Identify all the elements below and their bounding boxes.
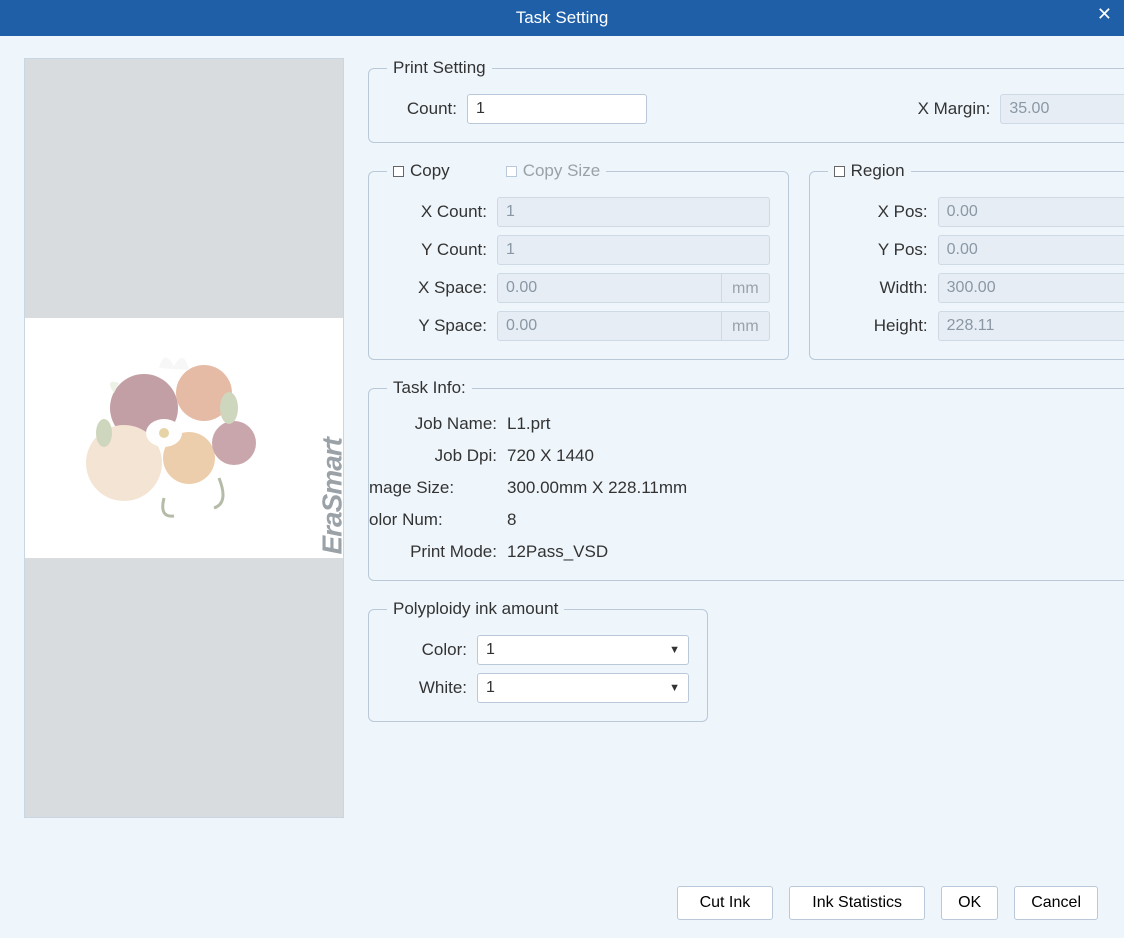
print-setting-group: Print Setting Count: X Margin: mm <box>368 58 1124 143</box>
ypos-label: Y Pos: <box>828 240 928 260</box>
count-label: Count: <box>387 99 457 119</box>
polyploidy-legend: Polyploidy ink amount <box>387 599 564 619</box>
yspace-input <box>497 311 722 341</box>
poly-white-label: White: <box>387 678 467 698</box>
yspace-unit: mm <box>722 311 770 341</box>
close-icon[interactable]: ✕ <box>1097 4 1112 25</box>
yspace-label: Y Space: <box>387 316 487 336</box>
imagesize-value: 300.00mm X 228.11mm <box>507 478 687 498</box>
printmode-value: 12Pass_VSD <box>507 542 608 562</box>
copy-checkbox[interactable]: Copy <box>393 161 450 181</box>
jobdpi-label: Job Dpi: <box>377 446 497 466</box>
copy-group: Copy Copy Size X Count: Y Count: X Space… <box>368 161 789 360</box>
height-label: Height: <box>828 316 928 336</box>
ok-button[interactable]: OK <box>941 886 998 920</box>
height-input <box>938 311 1124 341</box>
xmargin-label: X Margin: <box>890 99 990 119</box>
polyploidy-group: Polyploidy ink amount Color: 1▼ White: 1… <box>368 599 708 722</box>
chevron-down-icon: ▼ <box>669 644 680 656</box>
footer-buttons: Cut Ink Ink Statistics OK Cancel <box>677 886 1098 920</box>
xspace-unit: mm <box>722 273 770 303</box>
poly-color-select[interactable]: 1▼ <box>477 635 689 665</box>
preview-panel: EraSmart <box>24 58 344 818</box>
preview-image: EraSmart <box>25 318 343 558</box>
task-info-group: Task Info: Job Name: L1.prt Job Dpi: 720 X… <box>368 378 1124 581</box>
xspace-label: X Space: <box>387 278 487 298</box>
poly-white-select[interactable]: 1▼ <box>477 673 689 703</box>
jobname-value: L1.prt <box>507 414 550 434</box>
imagesize-label: mage Size: <box>369 478 497 498</box>
cut-ink-button[interactable]: Cut Ink <box>677 886 774 920</box>
titlebar: Task Setting ✕ <box>0 0 1124 36</box>
window-title: Task Setting <box>516 8 609 28</box>
colornum-value: 8 <box>507 510 516 530</box>
flower-image <box>64 338 304 538</box>
xpos-label: X Pos: <box>828 202 928 222</box>
width-label: Width: <box>828 278 928 298</box>
printmode-label: Print Mode: <box>369 542 497 562</box>
width-input <box>938 273 1124 303</box>
print-setting-legend: Print Setting <box>387 58 492 78</box>
colornum-label: olor Num: <box>369 510 497 530</box>
jobdpi-value: 720 X 1440 <box>507 446 594 466</box>
xmargin-input <box>1000 94 1124 124</box>
watermark-text: EraSmart <box>317 438 349 555</box>
xcount-input <box>497 197 770 227</box>
task-info-legend: Task Info: <box>387 378 472 398</box>
poly-color-label: Color: <box>387 640 467 660</box>
chevron-down-icon: ▼ <box>669 682 680 694</box>
region-checkbox[interactable]: Region <box>834 161 905 181</box>
ycount-label: Y Count: <box>387 240 487 260</box>
region-group: Region X Pos: mm Y Pos: mm <box>809 161 1124 360</box>
ink-statistics-button[interactable]: Ink Statistics <box>789 886 925 920</box>
count-input[interactable] <box>467 94 647 124</box>
xcount-label: X Count: <box>387 202 487 222</box>
ycount-input <box>497 235 770 265</box>
xpos-input <box>938 197 1124 227</box>
xspace-input <box>497 273 722 303</box>
cancel-button[interactable]: Cancel <box>1014 886 1098 920</box>
jobname-label: Job Name: <box>377 414 497 434</box>
ypos-input <box>938 235 1124 265</box>
copy-size-checkbox: Copy Size <box>506 161 600 181</box>
